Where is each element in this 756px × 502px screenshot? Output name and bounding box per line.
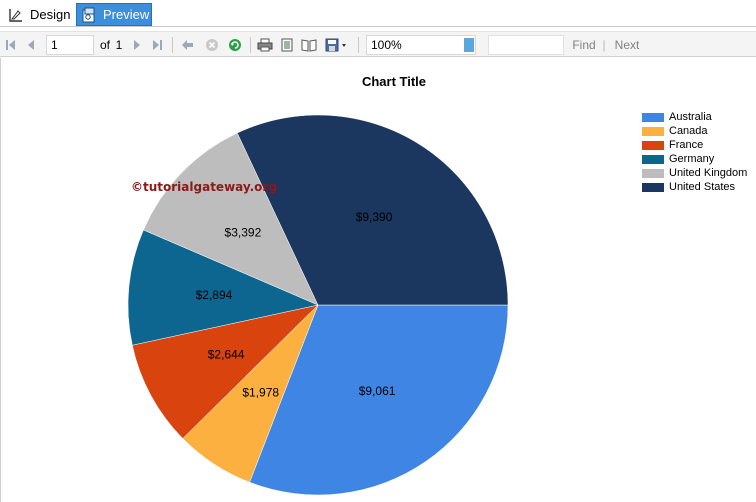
last-page-button[interactable] [150,35,164,55]
legend-item: United States [642,180,747,194]
toolbar-separator [358,37,359,53]
legend-label: Australia [669,111,712,123]
legend-label: France [669,139,704,151]
zoom-value: 100% [371,38,402,52]
tab-preview[interactable]: Preview [76,3,152,26]
next-page-icon [134,40,140,50]
data-label-australia: $9,061 [359,384,396,398]
legend-item: Canada [642,124,747,138]
tab-bar: Design Preview [0,0,756,27]
book-icon [301,39,317,52]
page-number-input[interactable]: 1 [46,35,94,55]
data-label-united-states: $9,390 [356,210,393,224]
data-label-canada: $1,978 [242,385,279,399]
data-label-germany: $2,894 [196,288,233,302]
preview-icon [81,7,97,23]
chart-legend: Australia Canada France Germany United Kingd… [642,110,747,194]
first-page-button[interactable] [4,35,18,55]
page-layout-icon [281,38,293,52]
refresh-button[interactable] [227,35,243,55]
find-separator: | [602,38,606,52]
legend-swatch [642,126,664,136]
data-label-united-kingdom: $3,392 [225,225,262,239]
tab-design-label: Design [30,7,71,22]
toolbar-separator [172,37,173,53]
zoom-dropdown-icon[interactable] [464,38,474,52]
zoom-select[interactable]: 100% [366,35,476,55]
legend-label: United States [669,181,736,193]
next-page-button[interactable] [130,35,144,55]
save-export-icon [325,38,346,52]
report-canvas: $9,061 $1,978 $2,644 $2,894 $3,392 $9,390 Cha… [0,58,756,502]
legend-item: Germany [642,152,747,166]
refresh-icon [229,39,241,51]
page-total-label: 1 [115,38,123,52]
legend-label: United Kingdom [669,167,748,179]
legend-swatch [642,112,664,122]
legend-swatch [642,182,664,192]
print-layout-button[interactable] [278,35,296,55]
first-page-icon [6,40,15,50]
page-of-label: of [99,38,110,52]
tab-design[interactable]: Design [4,3,74,26]
legend-swatch [642,154,664,164]
data-label-france: $2,644 [208,348,245,362]
export-button[interactable] [324,35,350,55]
previous-page-button[interactable] [24,35,38,55]
toolbar-separator [250,37,251,53]
legend-swatch [642,140,664,150]
chart-title: Chart Title [361,74,427,89]
find-input[interactable] [488,35,564,55]
report-toolbar: 1 of 1 100% Find | Next [0,31,756,57]
back-button[interactable] [180,35,196,55]
legend-item: France [642,138,747,152]
legend-item: United Kingdom [642,166,747,180]
tab-preview-label: Preview [103,7,150,22]
legend-label: Germany [669,153,715,165]
print-button[interactable] [256,35,274,55]
find-next-button[interactable]: Next [612,35,642,55]
find-button[interactable]: Find [572,35,596,55]
last-page-icon [153,40,162,50]
design-icon [8,7,24,23]
legend-swatch [642,168,664,178]
printer-icon [257,38,273,52]
previous-page-icon [28,40,34,50]
back-arrow-icon [182,40,193,50]
watermark: ©tutorialgateway.org [131,180,277,194]
stop-icon [206,39,218,51]
page-setup-button[interactable] [300,35,318,55]
legend-item: Australia [642,110,747,124]
legend-label: Canada [669,125,708,137]
stop-button[interactable] [204,35,220,55]
